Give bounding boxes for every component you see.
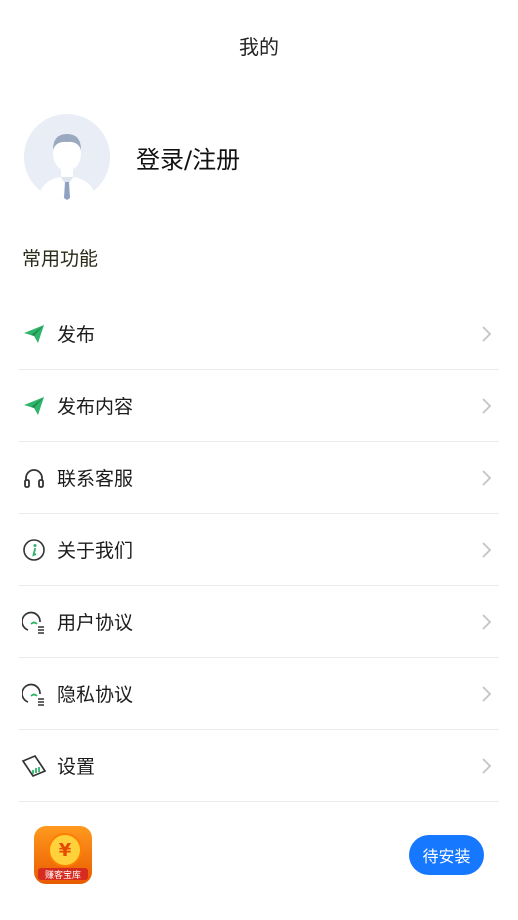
chevron-right-icon — [479, 612, 493, 632]
menu-list: 发布 发布内容 联系客服 关于我们 用户协议 隐私协议 设置 — [19, 298, 499, 802]
menu-item-label: 设置 — [57, 756, 96, 778]
menu-item-publish-content[interactable]: 发布内容 — [19, 370, 499, 442]
login-register-link[interactable]: 登录/注册 — [136, 140, 240, 175]
menu-item-about-us[interactable]: 关于我们 — [19, 514, 499, 586]
menu-item-user-agreement[interactable]: 用户协议 — [19, 586, 499, 658]
menu-item-customer-service[interactable]: 联系客服 — [19, 442, 499, 514]
chevron-right-icon — [479, 540, 493, 560]
menu-item-label: 隐私协议 — [57, 684, 134, 706]
agreement-icon — [21, 681, 47, 707]
menu-item-label: 联系客服 — [57, 468, 134, 490]
paper-plane-icon — [21, 393, 47, 419]
chevron-right-icon — [479, 468, 493, 488]
menu-item-label: 发布 — [57, 324, 96, 346]
paper-plane-icon — [21, 321, 47, 347]
page-title: 我的 — [239, 34, 279, 59]
agreement-icon — [21, 609, 47, 635]
section-title: 常用功能 — [22, 248, 99, 270]
menu-item-settings[interactable]: 设置 — [19, 730, 499, 802]
page-header: 我的 — [0, 0, 518, 90]
chevron-right-icon — [479, 396, 493, 416]
install-button[interactable]: 待安装 — [409, 835, 484, 875]
avatar[interactable] — [24, 114, 110, 200]
menu-item-publish[interactable]: 发布 — [19, 298, 499, 370]
app-caption: 赚客宝库 — [38, 868, 88, 881]
menu-item-label: 关于我们 — [57, 540, 134, 562]
settings-card-icon — [21, 753, 47, 779]
menu-item-privacy-agreement[interactable]: 隐私协议 — [19, 658, 499, 730]
profile-section[interactable]: 登录/注册 — [24, 114, 494, 200]
app-icon[interactable]: ¥ 赚客宝库 — [34, 826, 92, 884]
headset-icon — [21, 465, 47, 491]
chevron-right-icon — [479, 684, 493, 704]
yuan-coin-icon: ¥ — [48, 833, 82, 867]
chevron-right-icon — [479, 324, 493, 344]
app-install-bar: ¥ 赚客宝库 待安装 — [0, 820, 518, 900]
menu-item-label: 发布内容 — [57, 396, 134, 418]
info-icon — [21, 537, 47, 563]
default-avatar-icon — [24, 114, 110, 200]
menu-item-label: 用户协议 — [57, 612, 134, 634]
chevron-right-icon — [479, 756, 493, 776]
